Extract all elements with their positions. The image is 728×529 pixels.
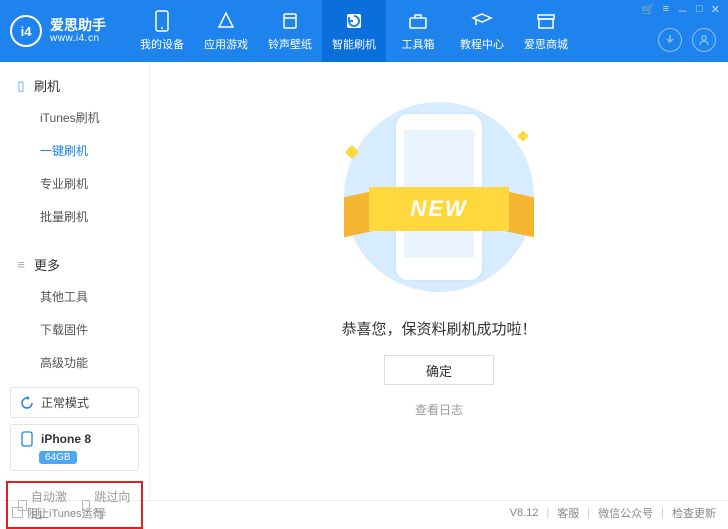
nav-label: 智能刷机 bbox=[332, 36, 376, 52]
brand-url: www.i4.cn bbox=[50, 33, 106, 44]
section-title: 更多 bbox=[34, 255, 60, 274]
wechat-link[interactable]: 微信公众号 bbox=[598, 505, 653, 521]
minimize-button[interactable]: － bbox=[677, 3, 688, 19]
tutorial-icon bbox=[471, 10, 493, 32]
menu-icon[interactable]: ≡ bbox=[663, 3, 669, 19]
body: ▯ 刷机 iTunes刷机 一键刷机 专业刷机 批量刷机 ≡ 更多 其他工具 下… bbox=[0, 62, 728, 500]
ribbon-label: NEW bbox=[369, 187, 509, 231]
logo-text: 爱思助手 www.i4.cn bbox=[50, 18, 106, 44]
storage-badge: 64GB bbox=[39, 451, 77, 464]
nav-apps[interactable]: 应用游戏 bbox=[194, 0, 258, 62]
phone-icon bbox=[151, 10, 173, 32]
cart-icon[interactable]: 🛒 bbox=[641, 3, 655, 19]
support-link[interactable]: 客服 bbox=[557, 505, 579, 521]
sidebar-item-onekey-flash[interactable]: 一键刷机 bbox=[0, 134, 149, 167]
main-content: NEW 恭喜您，保资料刷机成功啦！ 确定 查看日志 bbox=[150, 62, 728, 500]
shop-icon bbox=[535, 10, 557, 32]
device-block[interactable]: iPhone 8 64GB bbox=[10, 424, 139, 471]
nav-flash[interactable]: 智能刷机 bbox=[322, 0, 386, 62]
device-name: iPhone 8 bbox=[41, 432, 91, 446]
window-controls: 🛒 ≡ － □ ✕ bbox=[641, 3, 720, 19]
music-icon bbox=[279, 10, 301, 32]
sidebar-item-firmware[interactable]: 下载固件 bbox=[0, 313, 149, 346]
nav-label: 教程中心 bbox=[460, 36, 504, 52]
view-log-link[interactable]: 查看日志 bbox=[415, 401, 463, 418]
nav-tutorials[interactable]: 教程中心 bbox=[450, 0, 514, 62]
success-message: 恭喜您，保资料刷机成功啦！ bbox=[341, 318, 536, 339]
toolbox-icon bbox=[407, 10, 429, 32]
sidebar-section-flash: ▯ 刷机 iTunes刷机 一键刷机 专业刷机 批量刷机 bbox=[0, 62, 149, 241]
download-button[interactable] bbox=[658, 28, 682, 52]
success-illustration: NEW bbox=[319, 92, 559, 302]
phone-small-icon: ▯ bbox=[14, 78, 28, 94]
mode-label: 正常模式 bbox=[41, 394, 89, 411]
nav-label: 应用游戏 bbox=[204, 36, 248, 52]
sidebar-item-advanced[interactable]: 高级功能 bbox=[0, 346, 149, 379]
sidebar-head-flash[interactable]: ▯ 刷机 bbox=[0, 70, 149, 101]
version-label: V8.12 bbox=[510, 507, 539, 519]
sidebar-item-other-tools[interactable]: 其他工具 bbox=[0, 280, 149, 313]
refresh-icon bbox=[19, 395, 35, 411]
header-right-buttons bbox=[658, 28, 716, 52]
opt-label: 跳过向导 bbox=[94, 488, 131, 522]
nav-label: 铃声壁纸 bbox=[268, 36, 312, 52]
opt-label: 自动激活 bbox=[31, 488, 68, 522]
nav-my-device[interactable]: 我的设备 bbox=[130, 0, 194, 62]
highlighted-options: 自动激活 跳过向导 bbox=[6, 481, 143, 529]
nav-label: 工具箱 bbox=[402, 36, 435, 52]
sidebar-head-more[interactable]: ≡ 更多 bbox=[0, 249, 149, 280]
mode-block[interactable]: 正常模式 bbox=[10, 387, 139, 418]
auto-activate-checkbox[interactable]: 自动激活 bbox=[18, 488, 68, 522]
header: i4 爱思助手 www.i4.cn 我的设备 应用游戏 铃声壁纸 智能刷机 工具… bbox=[0, 0, 728, 62]
apps-icon bbox=[215, 10, 237, 32]
logo-area: i4 爱思助手 www.i4.cn bbox=[10, 15, 130, 47]
logo-icon: i4 bbox=[10, 15, 42, 47]
sidebar: ▯ 刷机 iTunes刷机 一键刷机 专业刷机 批量刷机 ≡ 更多 其他工具 下… bbox=[0, 62, 150, 500]
check-update-link[interactable]: 检查更新 bbox=[672, 505, 716, 521]
sidebar-item-pro-flash[interactable]: 专业刷机 bbox=[0, 167, 149, 200]
nav-tools[interactable]: 工具箱 bbox=[386, 0, 450, 62]
sidebar-section-more: ≡ 更多 其他工具 下载固件 高级功能 bbox=[0, 241, 149, 387]
section-title: 刷机 bbox=[34, 76, 60, 95]
sidebar-item-itunes-flash[interactable]: iTunes刷机 bbox=[0, 101, 149, 134]
nav-shop[interactable]: 爱思商城 bbox=[514, 0, 578, 62]
nav-label: 我的设备 bbox=[140, 36, 184, 52]
flash-icon bbox=[343, 10, 365, 32]
user-button[interactable] bbox=[692, 28, 716, 52]
maximize-button[interactable]: □ bbox=[696, 3, 703, 19]
list-icon: ≡ bbox=[14, 257, 28, 272]
close-button[interactable]: ✕ bbox=[711, 3, 720, 19]
sidebar-item-batch-flash[interactable]: 批量刷机 bbox=[0, 200, 149, 233]
brand-name: 爱思助手 bbox=[50, 18, 106, 33]
device-phone-icon bbox=[19, 431, 35, 447]
top-nav: 我的设备 应用游戏 铃声壁纸 智能刷机 工具箱 教程中心 爱思商城 bbox=[130, 0, 578, 62]
ok-button[interactable]: 确定 bbox=[384, 355, 494, 385]
skip-guide-checkbox[interactable]: 跳过向导 bbox=[82, 488, 132, 522]
nav-ringtones[interactable]: 铃声壁纸 bbox=[258, 0, 322, 62]
nav-label: 爱思商城 bbox=[524, 36, 568, 52]
